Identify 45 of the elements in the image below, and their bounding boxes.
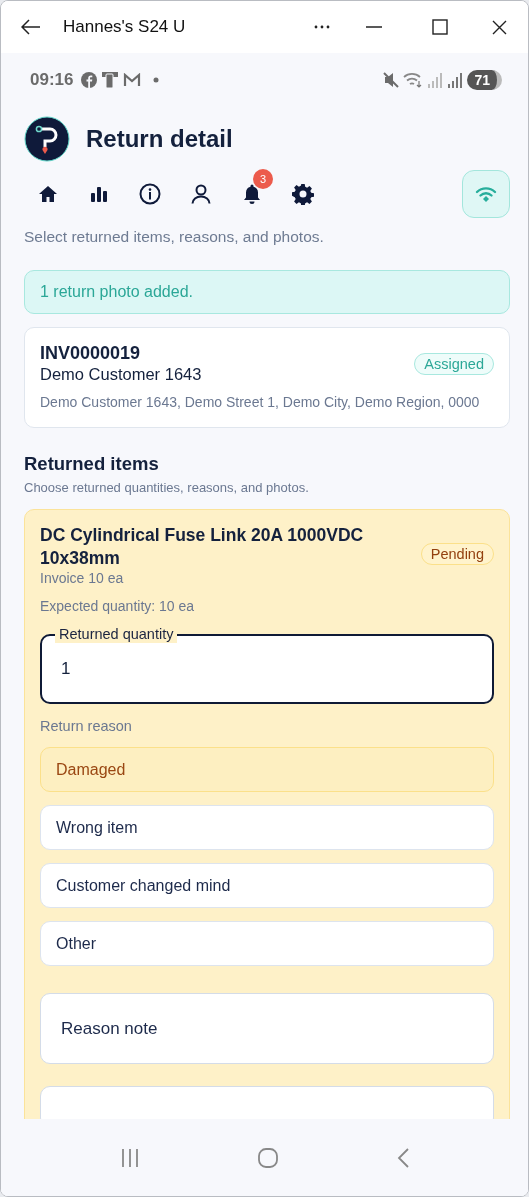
home-button-icon[interactable]	[256, 1146, 279, 1169]
device-icon	[101, 71, 120, 89]
page-subtitle: Select returned items, reasons, and photos.	[24, 228, 325, 246]
settings-icon[interactable]	[292, 183, 314, 205]
battery-indicator: 71	[467, 70, 502, 90]
wifi-icon	[403, 72, 424, 88]
expected-quantity: Expected quantity: 10 ea	[40, 598, 196, 614]
reason-option[interactable]: Wrong item	[40, 805, 494, 850]
mute-icon	[383, 72, 400, 88]
item-name: DC Cylindrical Fuse Link 20A 1000VDC 10x38mm	[40, 524, 365, 570]
back-icon[interactable]	[21, 19, 41, 35]
reason-option[interactable]: Customer changed mind	[40, 863, 494, 908]
field-label: Returned quantity	[55, 625, 178, 643]
field-label: Return reason	[40, 718, 133, 734]
signal-icon	[447, 72, 464, 88]
status-time: 09:16	[30, 70, 74, 90]
signal-icon	[427, 72, 444, 88]
reason-option[interactable]: Damaged	[40, 747, 494, 792]
maximize-icon[interactable]	[432, 19, 448, 35]
logo-icon	[24, 116, 70, 162]
invoice-number: INV0000019	[40, 343, 142, 364]
wifi-icon	[475, 186, 497, 202]
success-banner: 1 return photo added.	[24, 270, 510, 314]
status-badge: Pending	[420, 543, 494, 565]
window-title: Hannes's S24 U	[63, 17, 187, 37]
status-badge: Assigned	[414, 353, 494, 375]
recents-icon[interactable]	[119, 1147, 140, 1168]
reason-option[interactable]: Other	[40, 921, 494, 966]
facebook-icon	[81, 72, 98, 88]
profile-icon[interactable]	[190, 183, 212, 205]
notification-icon[interactable]	[241, 183, 263, 205]
page-title: Return detail	[86, 125, 233, 153]
section-subtitle: Choose returned quantities, reasons, and photos.	[24, 480, 310, 495]
close-icon[interactable]	[492, 19, 507, 35]
notification-badge: 3	[253, 169, 273, 189]
home-icon[interactable]	[37, 183, 59, 205]
dot-icon	[153, 77, 160, 83]
more-icon[interactable]	[314, 25, 330, 29]
connection-button[interactable]	[462, 170, 510, 218]
mail-icon	[123, 73, 142, 87]
info-icon[interactable]	[139, 183, 161, 205]
customer-address: Demo Customer 1643, Demo Street 1, Demo City, Demo Region, 0000	[40, 393, 481, 412]
note-field[interactable]: Reason note	[40, 993, 494, 1064]
section-title: Returned items	[24, 453, 160, 475]
invoice-quantity: Invoice 10 ea	[40, 570, 125, 586]
